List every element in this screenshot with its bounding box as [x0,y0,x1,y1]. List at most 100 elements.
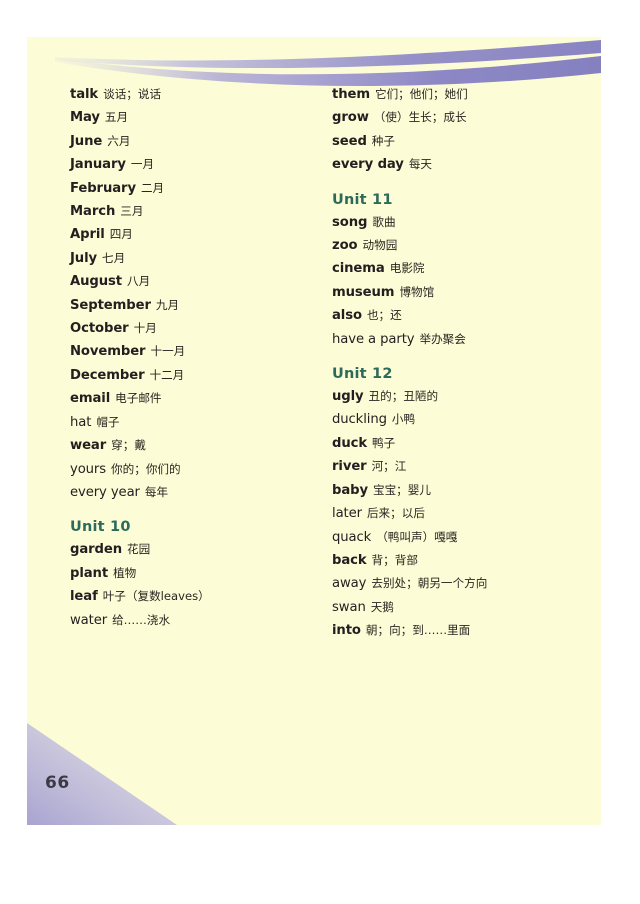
vocab-entry: every year 每年 [70,481,332,504]
vocab-entry: zoo 动物园 [332,234,594,257]
vocab-gloss: 朝；向；到……里面 [365,623,471,638]
vocab-word: yours [70,461,107,477]
right-column: them 它们；他们；她们 grow （使）生长；成长 seed 种子 every d… [332,83,594,643]
vocab-group: ugly 丑的；丑陋的 duckling 小鸭 duck 鸭子 river 河；江 ba… [332,385,594,642]
vocab-entry: garden 花园 [70,538,332,561]
vocab-gloss: 每天 [408,157,433,172]
vocab-gloss: 七月 [102,250,126,265]
vocab-word: February [70,180,136,196]
vocab-gloss: 丑的；丑陋的 [368,389,439,404]
vocab-word: back [332,552,367,568]
unit-heading-11: Unit 11 [332,191,393,208]
vocab-word: song [332,214,368,230]
vocab-entry: cinema 电影院 [332,257,594,280]
vocab-word: email [70,391,111,407]
vocab-entry: email 电子邮件 [70,387,332,410]
vocab-entry: water 给……浇水 [70,609,332,632]
vocab-gloss: 河；江 [371,459,407,474]
vocab-gloss: 每年 [144,484,169,499]
vocab-word: away [332,576,367,592]
vocab-word: plant [70,565,109,581]
vocab-word: garden [70,542,123,558]
vocab-word: January [70,157,126,173]
vocab-group: talk 谈话；说话 May 五月 June 六月 January 一月 Februar… [70,83,332,504]
vocab-gloss: 花园 [127,542,151,557]
vocab-gloss: 十二月 [149,367,185,382]
vocab-word: water [70,612,108,628]
purple-corner-wedge [27,723,177,825]
vocab-entry: swan 天鹅 [332,596,594,619]
vocab-word: wear [70,438,107,454]
vocab-gloss: （使）生长；成长 [373,110,467,125]
vocab-entry: October 十月 [70,317,332,340]
vocab-gloss: 一月 [130,157,155,172]
vocab-word: October [70,321,129,337]
vocab-entry: grow （使）生长；成长 [332,106,594,129]
vocab-entry: July 七月 [70,247,332,270]
vocab-gloss: 帽子 [96,414,120,429]
vocab-gloss: 穿；戴 [111,438,146,453]
vocab-entry: them 它们；他们；她们 [332,83,594,106]
vocab-entry: leaf 叶子（复数leaves） [70,585,332,608]
vocab-gloss: 举办聚会 [419,331,466,346]
vocab-word: September [70,297,151,313]
vocab-entry: away 去别处；朝另一个方向 [332,572,594,595]
vocab-word: duckling [332,412,387,428]
vocab-word: zoo [332,238,358,254]
vocab-word: March [70,204,116,220]
vocab-word: hat [70,414,92,430]
vocab-group: garden 花园 plant 植物 leaf 叶子（复数leaves） water 给… [70,538,332,632]
vocab-word: every day [332,157,404,173]
page-number: 66 [45,773,70,793]
vocab-gloss: 二月 [140,180,165,195]
vocab-entry: talk 谈话；说话 [70,83,332,106]
vocab-gloss: 三月 [120,204,144,219]
vocab-entry: into 朝；向；到……里面 [332,619,594,642]
vocab-gloss: 你的；你们的 [111,461,181,476]
vocab-gloss: 后来；以后 [366,506,425,521]
vocab-word: into [332,623,361,639]
vocab-gloss: 十月 [133,321,157,336]
vocab-gloss: 叶子（复数leaves） [102,589,210,604]
vocab-entry: June 六月 [70,130,332,153]
vocab-word: May [70,110,100,126]
vocab-gloss: 六月 [107,133,131,148]
vocab-entry: May 五月 [70,106,332,129]
vocab-word: museum [332,284,395,300]
vocab-word: swan [332,599,366,615]
vocab-entry: yours 你的；你们的 [70,458,332,481]
vocab-word: duck [332,435,368,451]
vocab-gloss: 植物 [113,565,137,580]
vocab-entry: hat 帽子 [70,411,332,434]
vocab-word: grow [332,110,369,126]
vocab-gloss: 种子 [371,133,395,148]
vocab-gloss: 给……浇水 [112,612,171,627]
vocab-word: quack [332,529,372,545]
vocab-gloss: （鸭叫声）嘎嘎 [376,529,458,544]
unit-heading-12: Unit 12 [332,366,393,383]
vocab-word: later [332,506,362,522]
vocab-gloss: 去别处；朝另一个方向 [371,576,488,591]
vocab-entry: September 九月 [70,294,332,317]
vocab-word: talk [70,87,99,102]
vocab-word: baby [332,482,368,498]
vocab-entry: November 十一月 [70,340,332,363]
vocab-entry: duck 鸭子 [332,432,594,455]
vocab-word: cinema [332,261,385,277]
vocab-entry: back 背；背部 [332,549,594,572]
vocab-gloss: 谈话；说话 [103,87,162,101]
vocab-gloss: 四月 [109,227,133,242]
vocab-entry: quack （鸭叫声）嘎嘎 [332,526,594,549]
vocab-word: July [70,250,98,266]
vocab-entry: later 后来；以后 [332,502,594,525]
vocab-entry: seed 种子 [332,130,594,153]
vocab-gloss: 天鹅 [370,599,394,614]
vocab-entry: March 三月 [70,200,332,223]
vocab-entry: also 也；还 [332,304,594,327]
vocab-gloss: 动物园 [362,238,398,253]
vocab-word: ugly [332,389,364,405]
vocab-gloss: 小鸭 [391,412,416,427]
vocab-entry: April 四月 [70,223,332,246]
vocab-gloss: 背；背部 [371,552,418,567]
vocab-entry: January 一月 [70,153,332,176]
